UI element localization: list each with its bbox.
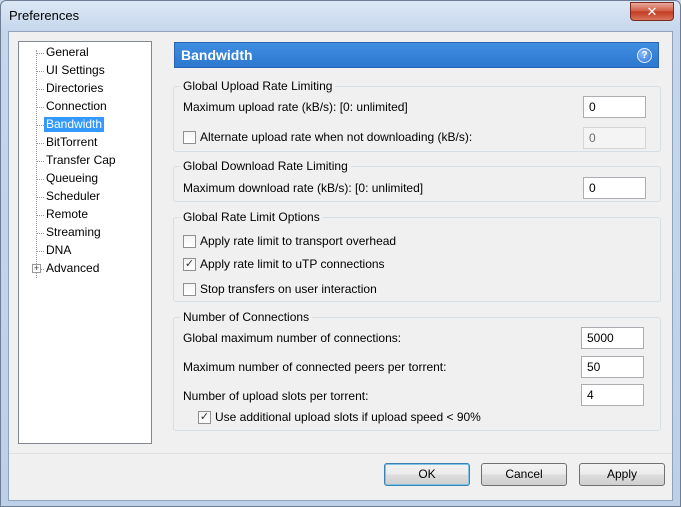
max-upload-input[interactable]: 0 [583,96,646,118]
tree-branch [36,161,44,162]
preferences-window: Preferences ✕ General UI Settings Direct… [0,0,681,507]
download-group: Global Download Rate Limiting Maximum do… [173,159,661,202]
tree-item-bittorrent[interactable]: BitTorrent [19,134,151,152]
tree-branch [36,215,44,216]
tree-item-label: General [46,45,89,59]
tree-branch [36,71,44,72]
window-title: Preferences [9,8,80,23]
close-button[interactable]: ✕ [630,2,674,21]
peers-per-torrent-label: Maximum number of connected peers per to… [183,360,447,374]
tree-item-dna[interactable]: DNA [19,242,151,260]
upload-slots-label: Number of upload slots per torrent: [183,389,369,403]
max-download-input[interactable]: 0 [583,177,646,199]
tree-item-label: Directories [46,81,104,95]
tree-item-ui-settings[interactable]: UI Settings [19,62,151,80]
tree-item-connection[interactable]: Connection [19,98,151,116]
connections-group: Number of Connections Global maximum num… [173,310,661,431]
group-title: Global Upload Rate Limiting [180,79,336,93]
tree-item-label: Advanced [46,261,100,275]
footer-divider [9,453,672,454]
title-bar[interactable]: Preferences ✕ [1,1,680,31]
tree-item-transfer-cap[interactable]: Transfer Cap [19,152,151,170]
global-connections-label: Global maximum number of connections: [183,331,402,345]
alt-upload-label: Alternate upload rate when not downloadi… [200,130,473,144]
tree-item-directories[interactable]: Directories [19,80,151,98]
cancel-button[interactable]: Cancel [481,463,567,486]
tree-item-remote[interactable]: Remote [19,206,151,224]
stop-transfers-checkbox[interactable] [183,283,196,296]
tree-item-label: Bandwidth [44,117,105,132]
tree-item-label: Queueing [46,171,99,185]
tree-branch [36,107,44,108]
tree-item-label: UI Settings [46,63,105,77]
group-title: Global Download Rate Limiting [180,159,351,173]
category-tree: General UI Settings Directories Connecti… [18,41,152,444]
upload-slots-input[interactable]: 4 [581,384,644,406]
transport-overhead-label: Apply rate limit to transport overhead [200,234,397,248]
utp-checkbox[interactable]: ✓ [183,258,196,271]
tree-item-scheduler[interactable]: Scheduler [19,188,151,206]
tree-item-label: Connection [46,99,107,113]
tree-branch [36,53,44,54]
global-connections-input[interactable]: 5000 [581,327,644,349]
ok-button[interactable]: OK [384,463,470,486]
tree-branch [36,125,44,126]
tree-item-label: BitTorrent [46,135,98,149]
peers-per-torrent-input[interactable]: 50 [581,356,644,378]
extra-slots-label: Use additional upload slots if upload sp… [215,410,481,424]
section-header: Bandwidth ? [174,42,659,68]
group-title: Global Rate Limit Options [180,210,323,224]
group-title: Number of Connections [180,310,313,324]
stop-transfers-label: Stop transfers on user interaction [200,282,377,296]
help-icon[interactable]: ? [637,48,652,63]
alt-upload-input[interactable]: 0 [583,127,646,149]
alt-upload-checkbox[interactable] [183,131,196,144]
tree-item-label: Scheduler [46,189,101,203]
tree-item-queueing[interactable]: Queueing [19,170,151,188]
transport-overhead-checkbox[interactable] [183,235,196,248]
tree-item-streaming[interactable]: Streaming [19,224,151,242]
expand-icon[interactable]: + [32,264,41,273]
section-title: Bandwidth [181,47,253,63]
tree-item-bandwidth[interactable]: Bandwidth [19,116,151,134]
upload-group: Global Upload Rate Limiting Maximum uplo… [173,79,661,152]
apply-button[interactable]: Apply [579,463,665,486]
rate-options-group: Global Rate Limit Options Apply rate lim… [173,210,661,302]
dialog-client: General UI Settings Directories Connecti… [8,31,673,501]
tree-item-label: Streaming [46,225,101,239]
tree-branch [36,233,44,234]
tree-branch [36,251,44,252]
tree-item-label: Remote [46,207,89,221]
extra-slots-checkbox[interactable]: ✓ [198,411,211,424]
max-upload-label: Maximum upload rate (kB/s): [0: unlimite… [183,100,408,114]
max-download-label: Maximum download rate (kB/s): [0: unlimi… [183,181,424,195]
tree-item-general[interactable]: General [19,44,151,62]
utp-label: Apply rate limit to uTP connections [200,257,385,271]
tree-branch [36,89,44,90]
tree-item-label: DNA [46,243,72,257]
tree-branch [36,143,44,144]
tree-item-advanced[interactable]: + Advanced [19,260,151,278]
tree-branch [36,197,44,198]
tree-branch [36,179,44,180]
tree-item-label: Transfer Cap [46,153,116,167]
